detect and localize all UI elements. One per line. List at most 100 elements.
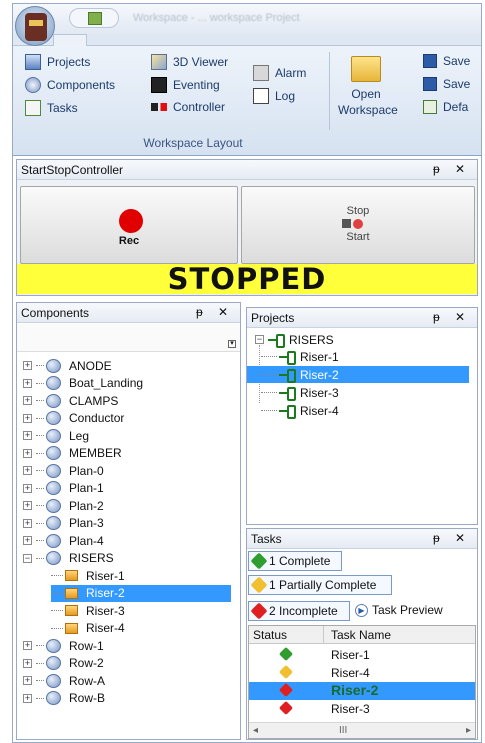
components-filter-toolbar[interactable]: ▾ — [17, 324, 240, 352]
tree-item[interactable]: + Row-1 — [23, 637, 107, 654]
tree-item[interactable]: + Conductor — [23, 410, 127, 427]
expand-icon[interactable]: + — [23, 448, 32, 458]
rec-button[interactable]: Rec — [20, 186, 238, 264]
pane-pin-close-buttons[interactable]: ᵽ ✕ — [433, 162, 471, 176]
projects-icon — [25, 54, 41, 70]
tree-child-item[interactable]: Riser-3 — [51, 602, 128, 619]
save-button-2[interactable]: Save — [423, 77, 470, 91]
project-tree-item[interactable]: Riser-2 — [247, 366, 469, 383]
ribbon-alarm-button[interactable]: Alarm — [253, 65, 306, 81]
task-row[interactable]: Riser-2 — [249, 682, 475, 700]
tree-item[interactable]: + Plan-3 — [23, 515, 107, 532]
ribbon-projects-button[interactable]: Projects — [25, 54, 90, 70]
panel-header: Components ᵽ ✕ — [17, 303, 240, 323]
scroll-thumb[interactable]: III — [339, 725, 347, 736]
expand-icon[interactable]: + — [23, 361, 32, 370]
tree-item[interactable]: + Plan-1 — [23, 480, 107, 497]
ribbon-tasks-button[interactable]: Tasks — [25, 100, 78, 116]
expand-icon[interactable]: + — [23, 658, 32, 668]
expand-icon[interactable]: + — [23, 413, 32, 423]
scroll-left-arrow-icon[interactable]: ◂ — [253, 725, 258, 736]
ribbon-log-button[interactable]: Log — [253, 88, 295, 104]
tree-item[interactable]: + Plan-0 — [23, 462, 107, 479]
ribbon-eventing-button[interactable]: Eventing — [151, 77, 220, 93]
col-task-name-header[interactable]: Task Name — [331, 628, 391, 642]
expand-icon[interactable]: + — [23, 483, 32, 493]
pane-pin-close-buttons[interactable]: ᵽ ✕ — [433, 531, 471, 545]
pane-pin-close-buttons[interactable]: ᵽ ✕ — [433, 310, 471, 324]
component-icon — [46, 516, 61, 530]
project-tree-item[interactable]: Riser-1 — [261, 348, 339, 365]
ribbon-components-button[interactable]: Components — [25, 77, 115, 93]
project-tree-item[interactable]: Riser-3 — [261, 384, 339, 401]
filter-complete-button[interactable]: 1 Complete — [248, 551, 342, 571]
tree-child-item[interactable]: Riser-1 — [51, 567, 128, 584]
ribbon-3d-viewer-button[interactable]: 3D Viewer — [151, 54, 228, 70]
panel-title: StartStopController — [21, 163, 124, 177]
tree-connector — [51, 575, 63, 576]
start-label: Start — [346, 231, 370, 243]
collapse-icon[interactable]: − — [23, 553, 32, 563]
tree-node-root[interactable]: − RISERS — [255, 331, 334, 348]
expand-icon[interactable]: + — [23, 466, 32, 475]
ribbon-eventing-label: Eventing — [173, 78, 220, 92]
expand-icon[interactable]: + — [23, 431, 32, 440]
expand-icon[interactable]: + — [23, 676, 32, 685]
tree-item[interactable]: + Row-2 — [23, 655, 107, 672]
tree-item[interactable]: + Plan-2 — [23, 497, 107, 514]
tree-item[interactable]: + Plan-4 — [23, 532, 107, 549]
expand-icon[interactable]: + — [23, 641, 32, 650]
col-status-header[interactable]: Status — [253, 628, 287, 642]
task-row[interactable]: Riser-4 — [249, 664, 475, 682]
ribbon-group-label: Workspace Layout — [143, 136, 243, 150]
component-icon — [46, 481, 61, 495]
toolbar-dropdown-icon[interactable]: ▾ — [228, 340, 236, 348]
ribbon-components-label: Components — [47, 78, 116, 92]
default-layout-button[interactable]: Defa — [423, 100, 468, 114]
tree-connector — [261, 374, 277, 375]
filter-partial-button[interactable]: 1 Partially Complete — [248, 575, 392, 595]
horizontal-scrollbar[interactable]: ◂ III ▸ — [249, 722, 475, 738]
project-item-label: Riser-2 — [300, 367, 339, 382]
tree-item[interactable]: + Leg — [23, 427, 92, 444]
task-preview-button[interactable]: ▶ Task Preview — [355, 603, 443, 617]
tree-connector — [36, 400, 44, 401]
filter-incomplete-button[interactable]: 2 Incomplete — [248, 601, 350, 621]
quick-access-icon[interactable] — [88, 12, 102, 25]
tree-item[interactable]: + MEMBER — [23, 445, 125, 462]
tree-child-item[interactable]: Riser-4 — [51, 620, 128, 637]
tree-item[interactable]: + CLAMPS — [23, 392, 121, 409]
scroll-right-arrow-icon[interactable]: ▸ — [466, 725, 471, 736]
component-icon — [46, 376, 61, 390]
task-preview-label: Task Preview — [372, 603, 443, 617]
stop-start-button[interactable]: Stop Start — [241, 186, 475, 264]
collapse-icon[interactable]: − — [255, 335, 264, 344]
window-title: Workspace - ... workspace Project — [133, 12, 300, 24]
tree-item[interactable]: − RISERS — [23, 550, 117, 567]
quick-access-toolbar[interactable] — [69, 8, 119, 28]
main-window: Workspace - ... workspace Project Projec… — [12, 3, 482, 743]
tree-item[interactable]: + Boat_Landing — [23, 375, 146, 392]
tree-child-item[interactable]: Riser-2 — [51, 584, 231, 602]
tree-item[interactable]: + Row-A — [23, 672, 108, 689]
tree-item[interactable]: + Row-B — [23, 690, 108, 707]
tree-item[interactable]: + ANODE — [23, 357, 115, 374]
save-button-1[interactable]: Save — [423, 54, 470, 68]
component-icon — [46, 446, 61, 460]
expand-icon[interactable]: + — [23, 518, 32, 528]
open-workspace-button[interactable]: Open Workspace — [338, 56, 398, 118]
application-orb-button[interactable] — [15, 6, 55, 46]
expand-icon[interactable]: + — [23, 501, 32, 510]
partial-tag-icon — [250, 576, 268, 594]
expand-icon[interactable]: + — [23, 693, 32, 703]
task-row[interactable]: Riser-1 — [249, 646, 475, 664]
expand-icon[interactable]: + — [23, 378, 32, 388]
tree-item-label: RISERS — [69, 551, 114, 565]
log-icon — [253, 88, 269, 104]
expand-icon[interactable]: + — [23, 536, 32, 545]
pane-pin-close-buttons[interactable]: ᵽ ✕ — [196, 305, 234, 319]
ribbon-controller-button[interactable]: Controller — [151, 100, 225, 114]
project-tree-item[interactable]: Riser-4 — [261, 402, 339, 419]
task-row[interactable]: Riser-3 — [249, 700, 475, 718]
expand-icon[interactable]: + — [23, 396, 32, 405]
